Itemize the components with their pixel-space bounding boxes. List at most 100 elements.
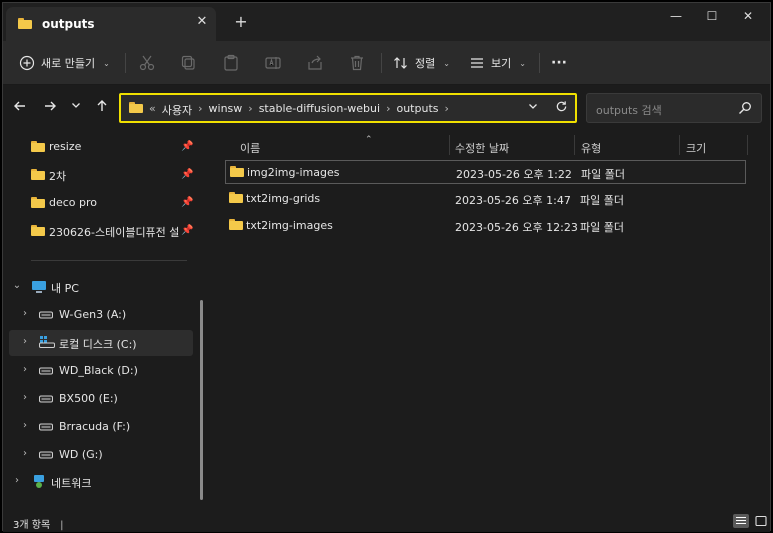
breadcrumb-item[interactable]: 사용자 <box>162 102 192 118</box>
delete-icon[interactable] <box>347 53 367 73</box>
column-divider[interactable] <box>679 135 680 155</box>
sidebar-item-drive-e[interactable]: › BX500 (E:) <box>9 386 193 412</box>
forward-button[interactable] <box>41 99 59 117</box>
chevron-right-icon[interactable]: › <box>248 102 252 118</box>
pin-icon: 📌 <box>181 169 194 180</box>
folder-icon <box>18 18 32 29</box>
minimize-button[interactable]: — <box>659 9 693 27</box>
back-button[interactable] <box>11 99 29 117</box>
folder-icon <box>31 225 45 236</box>
folder-icon <box>229 192 243 203</box>
cut-icon[interactable] <box>137 53 157 73</box>
search-box[interactable]: outputs 검색 <box>586 93 762 123</box>
more-icon: ··· <box>551 55 567 71</box>
column-header-date[interactable]: 수정한 날짜 <box>455 135 565 157</box>
sidebar-item-resize[interactable]: resize 📌 <box>9 134 193 160</box>
sidebar-item-drive-c[interactable]: › 로컬 디스크 (C:) <box>9 330 193 356</box>
chevron-right-icon[interactable]: › <box>19 420 31 431</box>
arrow-up-icon <box>97 100 107 111</box>
file-type: 파일 폴더 <box>580 221 624 234</box>
breadcrumb-item[interactable]: stable-diffusion-webui <box>259 102 380 118</box>
chevron-right-icon[interactable]: › <box>19 392 31 403</box>
title-bar: outputs ✕ + — ☐ ✕ <box>3 3 770 41</box>
sidebar-item-network[interactable]: › 네트워크 <box>9 469 193 495</box>
sort-button[interactable]: 정렬 ⌄ <box>393 51 450 75</box>
column-header-name[interactable]: 이름 ⌃ <box>240 135 440 157</box>
breadcrumb-item[interactable]: winsw <box>209 102 243 118</box>
plus-circle-icon <box>19 55 35 71</box>
sidebar-item-label: W-Gen3 (A:) <box>59 308 127 321</box>
table-row[interactable]: img2img-images 2023-05-26 오후 1:22 파일 폴더 <box>225 160 746 184</box>
file-name: txt2img-images <box>246 219 333 232</box>
table-row[interactable]: txt2img-grids 2023-05-26 오후 1:47 파일 폴더 <box>225 187 746 211</box>
chevron-right-icon[interactable]: › <box>386 102 390 118</box>
file-type: 파일 폴더 <box>580 194 624 207</box>
column-divider[interactable] <box>747 135 748 155</box>
view-button[interactable]: 보기 ⌄ <box>469 51 526 75</box>
chevron-right-icon[interactable]: › <box>19 364 31 375</box>
view-label: 보기 <box>491 57 512 70</box>
copy-icon[interactable] <box>179 53 199 73</box>
chevron-down-icon[interactable]: ⌄ <box>11 280 23 291</box>
sidebar-item-label: Brracuda (F:) <box>59 420 131 433</box>
breadcrumb: « 사용자 › winsw › stable-diffusion-webui ›… <box>149 102 449 118</box>
paste-icon[interactable] <box>221 53 241 73</box>
chevron-right-icon[interactable]: › <box>11 475 23 486</box>
details-view-icon <box>736 516 746 525</box>
computer-icon <box>32 281 46 293</box>
tab-close-button[interactable]: ✕ <box>194 14 210 32</box>
chevron-right-icon[interactable]: › <box>19 308 31 319</box>
share-icon[interactable] <box>305 53 325 73</box>
chevron-right-icon[interactable]: › <box>445 102 449 118</box>
sidebar-item-label: deco pro <box>49 196 98 209</box>
chevron-right-icon[interactable]: › <box>198 102 202 118</box>
navigation-bar: « 사용자 › winsw › stable-diffusion-webui ›… <box>3 85 770 131</box>
maximize-button[interactable]: ☐ <box>695 9 729 27</box>
chevron-down-icon <box>529 104 537 109</box>
address-bar[interactable]: « 사용자 › winsw › stable-diffusion-webui ›… <box>119 93 577 123</box>
search-icon[interactable] <box>737 100 753 116</box>
sidebar-item-drive-f[interactable]: › Brracuda (F:) <box>9 414 193 440</box>
address-history-button[interactable] <box>524 100 542 118</box>
sidebar-item-drive-a[interactable]: › W-Gen3 (A:) <box>9 302 193 328</box>
sidebar-item-drive-d[interactable]: › WD_Black (D:) <box>9 358 193 384</box>
details-view-button[interactable] <box>733 514 749 528</box>
more-options-button[interactable]: ··· <box>551 51 567 75</box>
search-input[interactable]: outputs 검색 <box>596 102 662 118</box>
column-divider[interactable] <box>449 135 450 155</box>
sidebar-scrollbar[interactable] <box>200 300 203 500</box>
chevron-right-icon[interactable]: › <box>19 336 31 347</box>
rename-icon[interactable] <box>263 53 283 73</box>
sidebar-item-label: WD_Black (D:) <box>59 364 138 377</box>
chevron-down-icon <box>72 103 80 108</box>
table-row[interactable]: txt2img-images 2023-05-26 오후 12:23 파일 폴더 <box>225 214 746 238</box>
column-header-size[interactable]: 크기 <box>686 135 746 157</box>
sidebar-item-drive-g[interactable]: › WD (G:) <box>9 442 193 468</box>
new-button[interactable]: 새로 만들기 ⌄ <box>19 51 110 75</box>
sidebar-item-label: WD (G:) <box>59 448 103 461</box>
divider <box>381 53 382 73</box>
chevron-right-icon[interactable]: › <box>19 448 31 459</box>
folder-icon <box>31 169 45 180</box>
folder-icon <box>229 219 243 230</box>
sidebar-item-deco-pro[interactable]: deco pro 📌 <box>9 190 193 216</box>
refresh-button[interactable] <box>552 100 570 118</box>
folder-icon <box>31 197 45 208</box>
close-button[interactable]: ✕ <box>731 9 765 27</box>
column-header-label: 유형 <box>581 142 602 155</box>
divider <box>31 260 187 261</box>
tiles-view-button[interactable] <box>753 514 769 528</box>
new-tab-button[interactable]: + <box>232 12 250 32</box>
sidebar-item-2cha[interactable]: 2차 📌 <box>9 162 193 188</box>
sidebar-item-230626[interactable]: 230626-스테이블디퓨전 설 📌 <box>9 218 193 244</box>
tab-outputs[interactable]: outputs ✕ <box>6 7 216 41</box>
up-button[interactable] <box>93 99 111 117</box>
breadcrumb-overflow[interactable]: « <box>149 102 156 118</box>
column-divider[interactable] <box>574 135 575 155</box>
sidebar-item-this-pc[interactable]: ⌄ 내 PC <box>9 274 193 300</box>
recent-locations-button[interactable] <box>67 99 85 117</box>
breadcrumb-item[interactable]: outputs <box>396 102 438 118</box>
column-header-type[interactable]: 유형 <box>581 135 671 157</box>
network-icon <box>34 475 44 488</box>
sort-up-icon: ⌃ <box>365 135 373 145</box>
